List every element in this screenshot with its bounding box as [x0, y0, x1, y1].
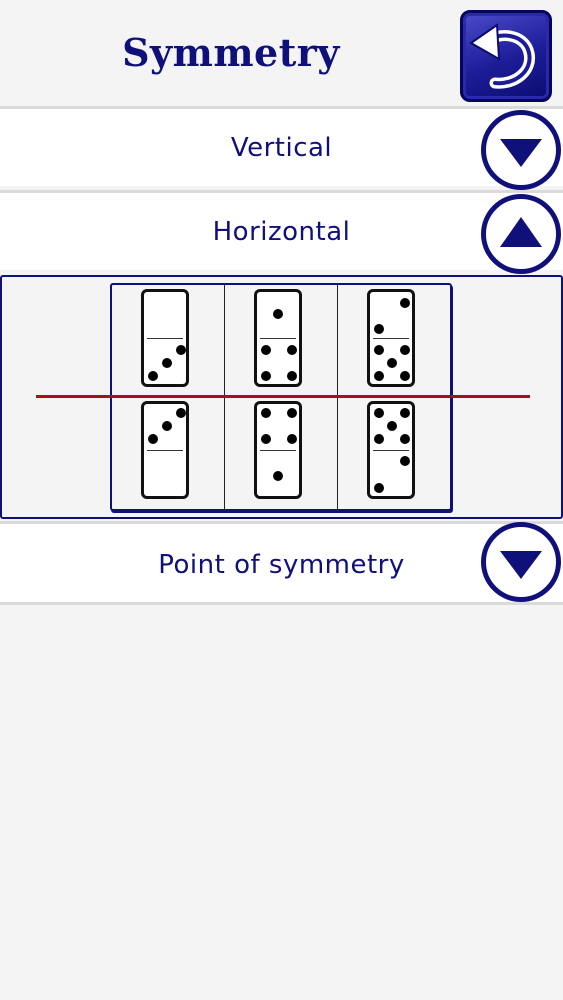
domino-pip [400, 298, 410, 308]
domino-pip [400, 408, 410, 418]
domino [141, 289, 189, 387]
domino-pip [261, 434, 271, 444]
domino [141, 401, 189, 499]
domino [367, 289, 415, 387]
horizontal-symmetry-axis [36, 395, 530, 398]
domino-pip [162, 358, 172, 368]
domino-pip [387, 421, 397, 431]
domino-pip [273, 471, 283, 481]
domino-pip [287, 434, 297, 444]
section-horizontal-label: Horizontal [212, 217, 351, 247]
domino-pip [176, 408, 186, 418]
domino-pip [176, 345, 186, 355]
domino [367, 401, 415, 499]
domino-pip [400, 434, 410, 444]
domino [254, 401, 302, 499]
domino-pip [148, 371, 158, 381]
domino-pip [287, 345, 297, 355]
back-button[interactable] [460, 10, 552, 102]
domino [254, 289, 302, 387]
page-title: Symmetry [122, 30, 340, 75]
domino-pip [374, 408, 384, 418]
domino-pip [374, 345, 384, 355]
domino-pip [374, 324, 384, 334]
horizontal-example-panel [0, 275, 563, 519]
domino-pip [387, 358, 397, 368]
domino-pip [287, 408, 297, 418]
domino-pip [261, 371, 271, 381]
domino-pip [400, 371, 410, 381]
toggle-horizontal-button[interactable] [481, 194, 561, 274]
chevron-down-triangle-icon [500, 551, 542, 579]
section-horizontal[interactable]: Horizontal [0, 190, 563, 270]
domino-pip [400, 345, 410, 355]
domino-pip [261, 345, 271, 355]
back-arrow-icon [469, 23, 535, 89]
chevron-up-triangle-icon [500, 217, 542, 247]
section-point-label: Point of symmetry [158, 550, 405, 580]
domino-pip [374, 434, 384, 444]
section-vertical-label: Vertical [230, 133, 333, 163]
domino-pip [261, 408, 271, 418]
section-point-of-symmetry[interactable]: Point of symmetry [0, 521, 563, 605]
domino-pip [374, 483, 384, 493]
chevron-down-triangle-icon [500, 139, 542, 167]
header: Symmetry [0, 0, 563, 106]
toggle-point-button[interactable] [481, 522, 561, 602]
domino-pip [148, 434, 158, 444]
app-screen: Symmetry Vertical Horizontal Point of sy… [0, 0, 563, 1000]
domino-pip [287, 371, 297, 381]
toggle-vertical-button[interactable] [481, 110, 561, 190]
section-vertical[interactable]: Vertical [0, 106, 563, 186]
domino-pip [374, 371, 384, 381]
domino-pip [162, 421, 172, 431]
domino-pip [273, 309, 283, 319]
domino-pip [400, 456, 410, 466]
